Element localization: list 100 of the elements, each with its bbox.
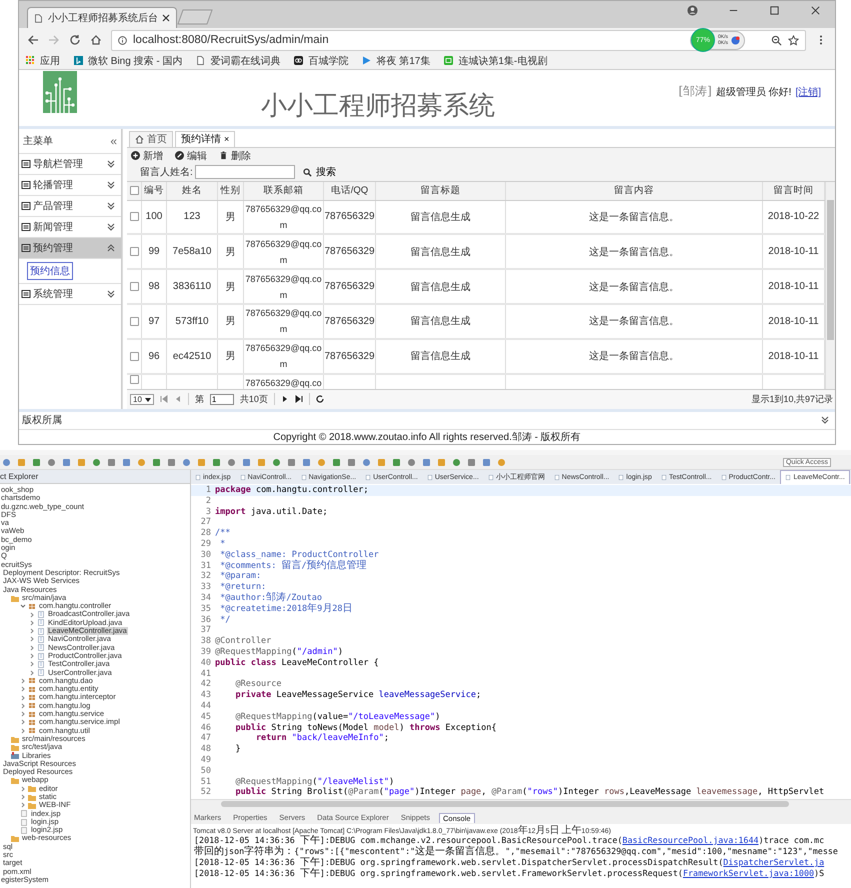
column-header[interactable]: 姓名 (182, 184, 202, 198)
column-header[interactable]: 联系邮箱 (264, 184, 304, 198)
menu-item[interactable]: 导航栏管理 (19, 154, 121, 175)
maximize-icon[interactable] (769, 5, 780, 16)
row-checkbox[interactable] (130, 247, 138, 256)
plus-icon (131, 151, 140, 160)
row-checkbox[interactable] (130, 282, 138, 292)
reload-icon[interactable] (69, 34, 81, 46)
apps-icon (26, 56, 35, 65)
line-number: 41 (200, 668, 212, 680)
browser-tab[interactable]: 小小工程师招募系统后台 (27, 7, 177, 28)
table-cell-text: 这是一条留言信息。 (589, 280, 679, 294)
code-line: @Controller (215, 636, 272, 647)
first-page-icon[interactable] (160, 395, 168, 404)
table-cell-text: 留言信息生成 (410, 314, 470, 328)
table-cell: ec42510 (172, 350, 212, 362)
library-icon (11, 752, 19, 760)
forward-icon[interactable] (48, 34, 60, 46)
menu-item[interactable]: 轮播管理 (19, 174, 121, 196)
page-number-field[interactable]: 1 (210, 394, 234, 405)
table-cell: 100 (146, 211, 162, 222)
column-header[interactable]: 留言内容 (614, 184, 654, 198)
line-number: 52 (200, 787, 212, 798)
chevron-down-icon[interactable] (20, 603, 26, 610)
chevron-down-icon[interactable] (821, 416, 829, 424)
line-number: 38 (200, 636, 212, 647)
line-number: 27 (200, 517, 212, 528)
chevron-down-icon (107, 222, 115, 231)
table-cell-text: 这是一条留言信息。 (589, 210, 679, 224)
column-header[interactable]: 电话/QQ (330, 184, 368, 198)
column-header[interactable]: 性别 (220, 184, 240, 198)
menu-item[interactable]: 预约管理 (19, 238, 121, 259)
home-icon[interactable] (90, 34, 102, 46)
menu-item[interactable]: 系统管理 (19, 284, 121, 305)
close-icon[interactable] (810, 5, 821, 16)
line-number: 48 (200, 744, 212, 755)
toolbar-button[interactable]: 编辑 (173, 148, 209, 163)
bookmark[interactable]: 连城诀第1集-电视剧 (444, 54, 548, 68)
bookmark[interactable]: 微软 Bing 搜索 - 国内 (74, 54, 182, 68)
user-icon[interactable] (687, 5, 698, 16)
name-search-field[interactable] (194, 165, 295, 180)
select-all-checkbox[interactable] (130, 186, 138, 196)
next-page-icon[interactable] (280, 395, 289, 404)
new-tab-button[interactable] (177, 9, 213, 25)
record-summary: 显示1到10,共97记录 (751, 392, 834, 406)
scrollbar[interactable] (825, 182, 835, 389)
page-label: 第 (194, 392, 204, 406)
row-checkbox[interactable] (130, 352, 138, 361)
source-link[interactable]: DispatcherServlet.ja (723, 857, 824, 867)
bookmark[interactable]: 百城学院 (294, 54, 348, 68)
file-icon (785, 474, 792, 481)
line-number: 30 (200, 550, 212, 561)
source-link[interactable]: FrameworkServlet.java:1000 (682, 868, 814, 878)
zoom-icon[interactable] (771, 34, 782, 46)
file-icon (426, 474, 433, 480)
code-line: *@return: (219, 582, 266, 592)
page-tab[interactable]: 预约详情 × (175, 130, 236, 147)
toolbar-button[interactable]: 删除 (217, 148, 253, 163)
code-line: */ (219, 614, 230, 626)
scrollbar[interactable] (191, 799, 851, 808)
page-icon (34, 14, 43, 22)
line-number: 46 (200, 722, 212, 734)
row-checkbox[interactable] (130, 316, 138, 326)
collapse-icon[interactable]: « (110, 134, 117, 148)
file-icon (300, 474, 307, 480)
prev-page-icon[interactable] (174, 395, 182, 404)
close-icon[interactable] (162, 14, 170, 22)
info-icon (118, 36, 127, 44)
page-tab[interactable]: 首页 (129, 130, 173, 147)
refresh-icon[interactable] (316, 395, 324, 404)
line-number: 47 (200, 733, 212, 744)
bookmark[interactable]: 应用 (26, 54, 60, 68)
table-cell-text: 787656329@qq.com (245, 342, 322, 372)
table-cell-text: 787656329@qq.com (245, 238, 322, 267)
table-cell-text: 留言信息生成 (410, 350, 470, 364)
row-checkbox[interactable] (130, 212, 138, 222)
submenu-item[interactable]: 预约信息 (27, 262, 73, 280)
close-icon[interactable]: × (224, 134, 230, 144)
code-line: *@class_name: ProductController (219, 550, 379, 560)
view-title: ct Explorer (0, 472, 38, 481)
globe-icon (731, 36, 740, 44)
bookmark[interactable]: 将夜 第17集 (362, 54, 430, 68)
table-cell: 123 (184, 211, 200, 222)
flower-icon (294, 56, 304, 65)
column-header[interactable]: 编号 (144, 184, 164, 198)
line-number: 1 (204, 485, 212, 496)
search-button[interactable]: 搜索 (302, 165, 336, 180)
back-icon[interactable] (27, 34, 39, 46)
bookmark[interactable]: 爱词霸在线词典 (196, 54, 280, 68)
last-page-icon[interactable] (294, 395, 303, 404)
column-header[interactable]: 留言时间 (774, 184, 814, 198)
toolbar-button[interactable]: 新增 (129, 148, 165, 163)
line-number: 44 (200, 700, 212, 712)
logout-link[interactable]: [注销] (795, 85, 821, 100)
console-line: [2018-12-05 14:36:36 下午]:DEBUG org.springframework.web.servlet.DispatcherServlet.processDispatchResult(DispatcherServlet.ja (194, 857, 826, 868)
page-size-select[interactable]: 10 (130, 394, 154, 405)
star-icon[interactable] (788, 34, 799, 46)
column-header[interactable]: 留言标题 (420, 184, 460, 198)
source-link[interactable]: BasicResourcePool.java:1644 (622, 835, 759, 845)
menu-item[interactable]: 产品管理 (19, 196, 121, 217)
